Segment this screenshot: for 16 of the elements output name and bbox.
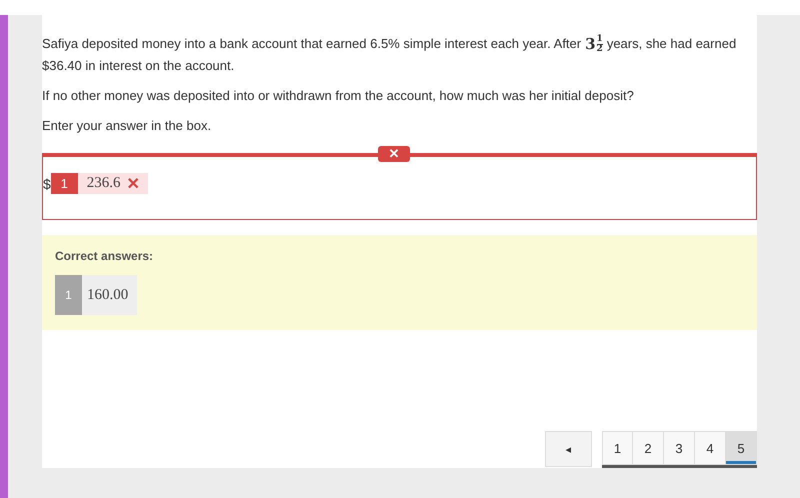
status-badge: ✕ [378,146,410,162]
currency-label: $ [43,176,51,192]
page-button[interactable]: 1 [602,431,633,465]
answer-value: 236.6 [86,175,122,192]
correct-answers-title: Correct answers: [55,249,154,264]
answer-value: 160.00 [86,286,130,304]
page-button[interactable]: 2 [633,431,664,465]
page-button[interactable]: 4 [695,431,726,465]
question-text: Enter your answer in the box. [42,117,212,136]
page-button[interactable]: 3 [664,431,695,465]
page-button[interactable]: 5 [726,431,757,465]
previous-button[interactable]: ◂ [545,431,592,467]
question-text: If no other money was deposited into or withdrawn from the account, how much was her initial deposit? [42,87,635,106]
answer-index: 1 [50,173,78,194]
cross-icon: ✕ [126,174,148,194]
answer-index: 1 [55,275,82,316]
